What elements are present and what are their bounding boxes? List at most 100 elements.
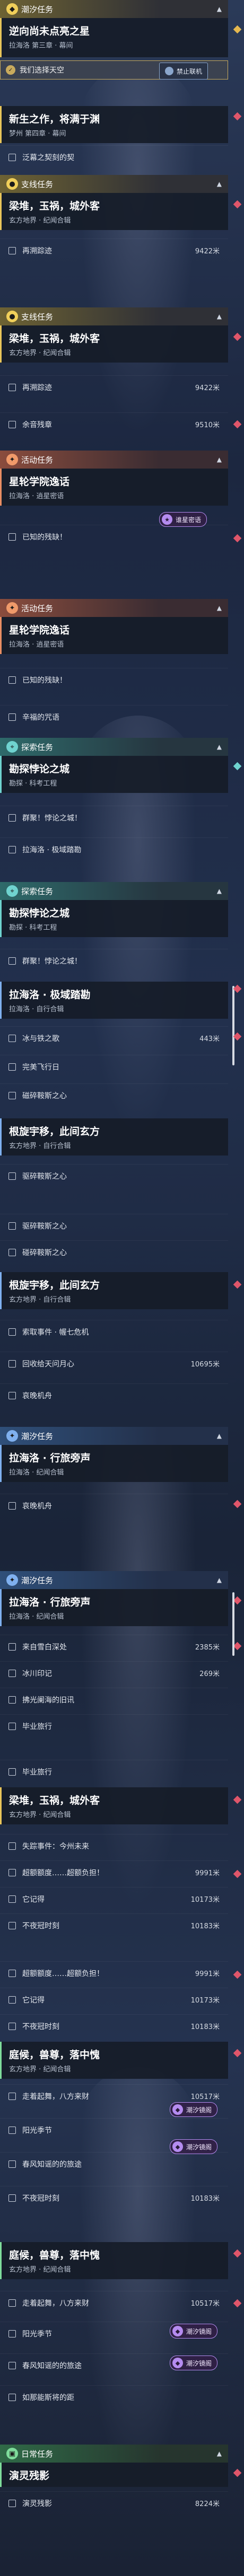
objective-row[interactable]: 驱碎鞍斯之心 — [0, 1164, 228, 1187]
objective-row[interactable]: 群聚！悖论之城！ — [0, 806, 228, 829]
section-header-event[interactable]: ✦ 潮汐任务 ▲ — [0, 1427, 228, 1445]
quest-marker-icon — [233, 2299, 242, 2308]
objective-row[interactable]: 驱碎鞍斯之心 — [0, 1214, 228, 1237]
objective-row[interactable]: 走着起舞，八方来财 10517米 — [0, 2291, 228, 2314]
objective-row[interactable]: 演灵残影 8224米 — [0, 2491, 228, 2515]
quest-marker-icon — [233, 420, 242, 429]
quest-title: 逆向尚未点亮之星 — [9, 25, 90, 37]
objective-row[interactable]: 哀晚机舟 — [0, 1383, 228, 1407]
quest-card[interactable]: 勘探悖论之城 勘探 · 科考工程 — [0, 900, 228, 937]
section-header-daily[interactable]: ▣ 日常任务 ▲ — [0, 2445, 228, 2463]
chevron-up-icon[interactable]: ▲ — [217, 604, 222, 612]
section-header-main[interactable]: ◆ 潮汐任务 ▲ — [0, 0, 228, 18]
quest-tag: ◆ 潮汐镜阁 — [170, 2324, 218, 2339]
quest-card[interactable]: 庭候，兽尊，落中愧 玄方地界 · 纪闻合辑 — [0, 2042, 228, 2079]
objective-row[interactable]: 已知的残缺！ — [0, 668, 228, 691]
objective-row[interactable]: 碰碎鞍斯之心 — [0, 1240, 228, 1264]
objective-row[interactable]: 拂光阑海的旧讯 — [0, 1688, 228, 1711]
section-header-event[interactable]: ✦ 潮汐任务 ▲ — [0, 1571, 228, 1589]
objective-row[interactable]: 它记得 10173米 — [0, 1988, 228, 2011]
checkbox-icon — [8, 2160, 16, 2168]
checkbox-icon — [8, 383, 16, 391]
objective-row[interactable]: 毕业旅行 — [0, 1760, 228, 1783]
checkbox-icon — [8, 1768, 16, 1776]
chevron-up-icon[interactable]: ▲ — [217, 887, 222, 895]
objective-row[interactable]: 泛幕之契刻的契 — [0, 145, 228, 169]
checkbox-icon — [8, 1328, 16, 1336]
quest-card[interactable]: 新生之作，将满于渊 梦州 第四章 · 幕间 — [0, 106, 228, 143]
checkbox-icon — [8, 1842, 16, 1850]
section-header-event[interactable]: ✦ 活动任务 ▲ — [0, 451, 228, 469]
quest-card[interactable]: 梁堆，玉祸，城外客 玄方地界 · 纪闻合辑 — [0, 193, 228, 230]
objective-row[interactable]: 哀晚机舟 — [0, 1494, 228, 1517]
objective-row[interactable]: 索取事件 · 幄七危机 — [0, 1320, 228, 1343]
objective-row[interactable]: 超额额度……超额负担！ 9991米 — [0, 1860, 228, 1884]
objective-row[interactable]: 冰与铁之歌 443米 — [0, 1026, 228, 1049]
section-header-event[interactable]: ✦ 活动任务 ▲ — [0, 599, 228, 617]
checkbox-icon — [8, 1643, 16, 1651]
objective-row[interactable]: 辛福的咒语 — [0, 705, 228, 728]
checkbox-icon — [8, 2393, 16, 2401]
chevron-up-icon[interactable]: ▲ — [217, 1576, 222, 1584]
quest-card[interactable]: 根旋宇移，此间玄方 玄方地界 · 自行合辑 — [0, 1118, 228, 1155]
quest-marker-icon — [233, 332, 242, 341]
objective-row[interactable]: 失踪事件：今州未来 — [0, 1834, 228, 1857]
chevron-up-icon[interactable]: ▲ — [217, 456, 222, 463]
objective-row[interactable]: 它记得 10173米 — [0, 1887, 228, 1910]
quest-tag: ◆ 潮汐镜阁 — [170, 2102, 218, 2117]
quest-card[interactable]: 勘探悖论之城 勘探 · 科考工程 — [0, 756, 228, 793]
objective-row[interactable]: 毕业旅行 — [0, 1714, 228, 1737]
quest-card[interactable]: 星轮学院逸话 拉海洛 · 逍星密语 — [0, 469, 228, 506]
objective-row[interactable]: 完美飞行日 — [0, 1055, 228, 1078]
quest-card[interactable]: 梁堆，玉祸，城外客 玄方地界 · 纪闻合辑 — [0, 325, 228, 363]
quest-card[interactable]: 拉海洛 · 极域踏勘 拉海洛 · 自行合辑 — [0, 982, 228, 1019]
scrollbar[interactable] — [232, 1592, 234, 1656]
chevron-up-icon[interactable]: ▲ — [217, 313, 222, 320]
checkbox-icon — [8, 1063, 16, 1071]
scrollbar[interactable] — [232, 986, 234, 1065]
objective-row[interactable]: 冰川印记 269米 — [0, 1661, 228, 1684]
quest-card[interactable]: 逆向尚未点亮之星 拉海洛 第三章 · 幕间 — [0, 18, 228, 57]
quest-card[interactable]: 星轮学院逸话 拉海洛 · 逍星密语 — [0, 617, 228, 654]
section-header-explore[interactable]: ⌖ 探索任务 ▲ — [0, 882, 228, 900]
quest-card[interactable]: 根旋宇移，此间玄方 玄方地界 · 自行合辑 — [0, 1272, 228, 1309]
quest-card[interactable]: 庭候，兽尊，落中愧 玄方地界 · 纪闻合辑 — [0, 2242, 228, 2279]
chevron-up-icon[interactable]: ▲ — [217, 743, 222, 751]
checkbox-icon — [8, 1868, 16, 1876]
section-header-explore[interactable]: ⌖ 探索任务 ▲ — [0, 738, 228, 756]
chevron-up-icon[interactable]: ▲ — [217, 2450, 222, 2457]
objective-row[interactable]: 余音残章 9510米 — [0, 412, 228, 436]
quest-tag: ◆ 潮汐镜阁 — [170, 2356, 218, 2370]
objective-row[interactable]: 春风知谣的的旅途 — [0, 2152, 228, 2175]
quest-marker-icon — [233, 1795, 242, 1804]
objective-row[interactable]: 不夜冠时刻 10183米 — [0, 1913, 228, 1937]
checkbox-icon — [8, 676, 16, 684]
quest-marker-icon — [233, 200, 242, 209]
objective-row[interactable]: 不夜冠时刻 10183米 — [0, 2186, 228, 2209]
objective-row[interactable]: 阳光季节 — [0, 2118, 228, 2141]
chevron-up-icon[interactable]: ▲ — [217, 5, 222, 13]
section-header-side[interactable]: ● 支线任务 ▲ — [0, 175, 228, 193]
objective-row[interactable]: 再溯踪迹 9422米 — [0, 239, 228, 262]
objective-row[interactable]: 已知的残缺！ — [0, 525, 228, 548]
objective-row[interactable]: 再溯踪迹 9422米 — [0, 375, 228, 399]
section-header-side[interactable]: ● 支线任务 ▲ — [0, 307, 228, 325]
objective-row[interactable]: 拉海洛 · 极域踏勘 — [0, 837, 228, 861]
quest-card[interactable]: 梁堆，玉祸，城外客 玄方地界 · 纪闻合辑 — [0, 1787, 228, 1824]
objective-row[interactable]: 磁碎鞍斯之心 — [0, 1083, 228, 1107]
objective-row[interactable]: 如那能斯将的距 — [0, 2385, 228, 2409]
objective-row[interactable]: 来自雪白深处 2385米 — [0, 1635, 228, 1658]
chevron-up-icon[interactable]: ▲ — [217, 1432, 222, 1440]
quest-marker-icon — [233, 1869, 242, 1878]
quest-marker-icon — [233, 1280, 242, 1289]
objective-row[interactable]: 群聚！悖论之城！ — [0, 949, 228, 972]
objective-row[interactable]: 回收给天问月心 10695米 — [0, 1352, 228, 1375]
quest-subtitle: 拉海洛 第三章 · 幕间 — [9, 42, 73, 50]
objective-row[interactable]: 不夜冠时刻 10183米 — [0, 2014, 228, 2037]
quest-card[interactable]: 演灵残影 — [0, 2463, 228, 2487]
quest-card[interactable]: 拉海洛 · 行旅旁声 拉海洛 · 纪闻合辑 — [0, 1445, 228, 1482]
chevron-up-icon[interactable]: ▲ — [217, 180, 222, 188]
quest-card[interactable]: 拉海洛 · 行旅旁声 拉海洛 · 纪闻合辑 — [0, 1589, 228, 1626]
objective-row[interactable]: 超额额度……超额负担！ 9991米 — [0, 1961, 228, 1984]
quest-marker-icon — [233, 534, 242, 543]
